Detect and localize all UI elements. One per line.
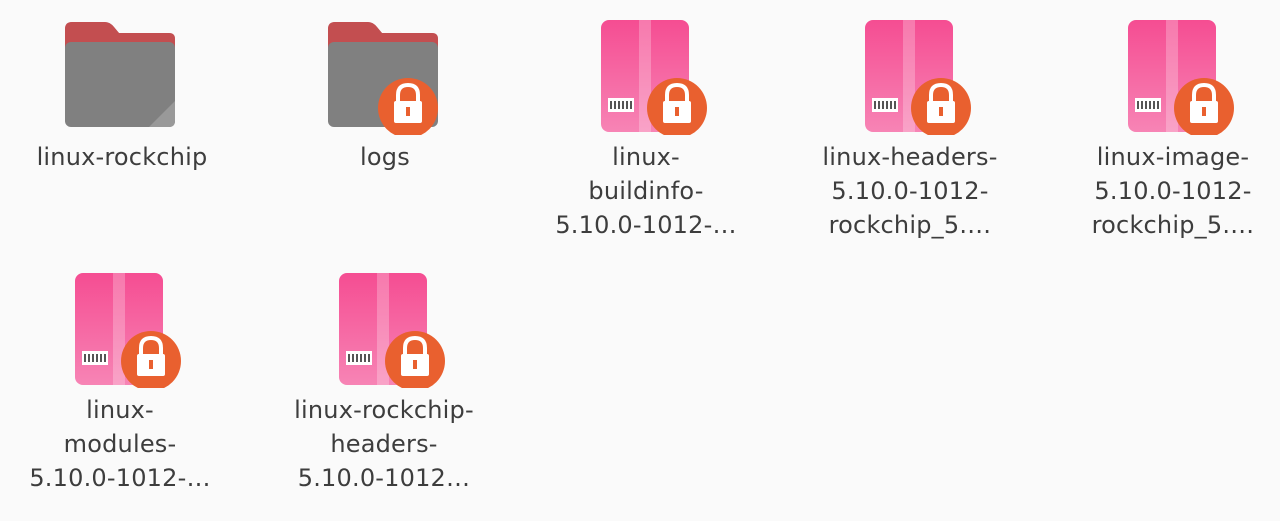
file-item-linux-rockchip[interactable]: linux-rockchip [17,15,227,195]
package-icon [845,15,975,135]
package-icon [55,268,185,388]
file-label: linux- modules- 5.10.0-1012-… [29,396,211,492]
file-label: linux-image- 5.10.0-1012- rockchip_5.… [1091,143,1255,239]
package-icon [1108,15,1238,135]
file-label: linux- buildinfo- 5.10.0-1012-… [555,143,737,239]
file-label: linux-headers- 5.10.0-1012- rockchip_5.… [822,143,998,239]
file-item-linux-headers[interactable]: linux-headers- 5.10.0-1012- rockchip_5.… [805,15,1015,250]
file-icon-grid: linux-rockchip logs linux- buildinfo- 5.… [0,0,1280,521]
file-label: linux-rockchip [36,143,208,171]
package-icon [319,268,449,388]
file-item-linux-buildinfo[interactable]: linux- buildinfo- 5.10.0-1012-… [541,15,751,250]
folder-icon [320,15,450,135]
file-item-linux-image[interactable]: linux-image- 5.10.0-1012- rockchip_5.… [1068,15,1278,250]
file-label: logs [360,143,410,171]
folder-icon [57,15,187,135]
file-item-logs[interactable]: logs [280,15,490,195]
file-item-linux-modules[interactable]: linux- modules- 5.10.0-1012-… [15,268,225,503]
package-icon [581,15,711,135]
file-label: linux-rockchip- headers- 5.10.0-1012… [294,396,474,492]
file-item-linux-rockchip-headers[interactable]: linux-rockchip- headers- 5.10.0-1012… [279,268,489,503]
